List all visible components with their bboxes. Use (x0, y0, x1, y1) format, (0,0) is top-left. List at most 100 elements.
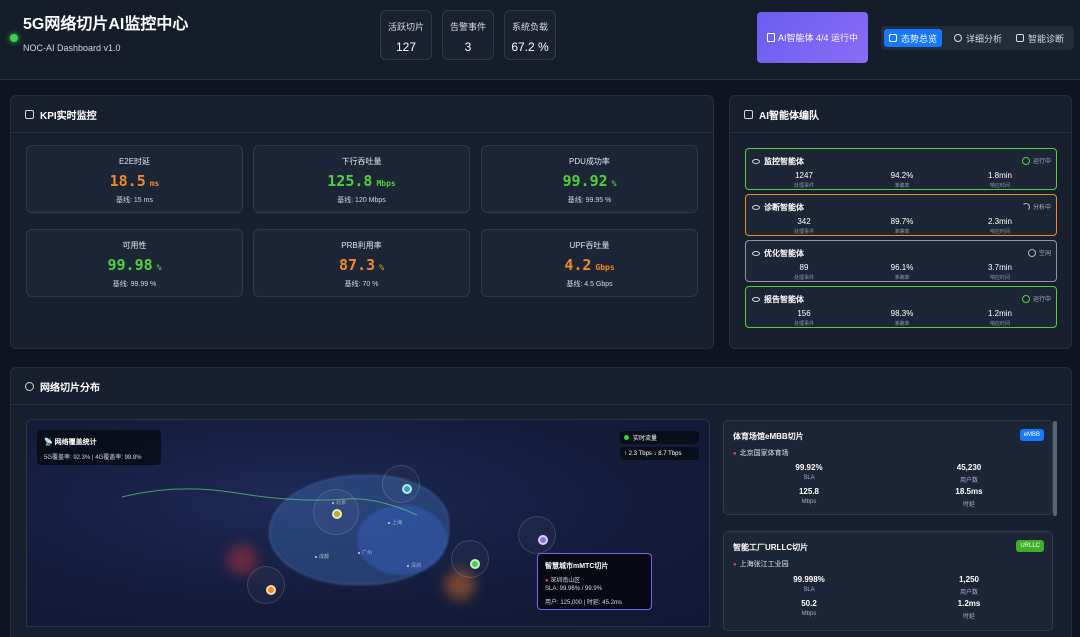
stat-active-slices: 活跃切片 127 (380, 10, 432, 60)
traffic-rates-badge: ↑ 2.3 Tbps ↓ 8.7 Tbps (620, 447, 699, 460)
tooltip-location: ● 深圳南山区 (545, 578, 581, 584)
kpi-card-dl-throughput: 下行吞吐量 125.8 Mbps 基线: 120 Mbps (253, 145, 470, 213)
slice-list-scrollbar[interactable] (1053, 421, 1057, 516)
col-label: 准确率 (894, 229, 910, 235)
metric-label: 时延 (962, 502, 975, 508)
realtime-traffic-badge: 实时流量 (620, 431, 699, 444)
status-dot-icon (10, 34, 18, 42)
kpi-baseline: 基线: 120 Mbps (337, 197, 386, 204)
kpi-label: PRB利用率 (341, 241, 382, 250)
col-label: 响应时间 (989, 183, 1010, 189)
tab-smart-diagnosis[interactable]: 智能诊断 (1011, 29, 1069, 47)
agent-accuracy: 89.7% (890, 217, 914, 226)
slice-node-north[interactable] (402, 484, 412, 494)
kpi-card-prb-utilization: PRB利用率 87.3% 基线: 70 % (253, 229, 470, 297)
city-label-beijing: 北京 (332, 499, 346, 506)
kpi-label: E2E时延 (118, 157, 151, 166)
city-label-chengdu: 成都 (315, 553, 329, 560)
col-label: 准确率 (894, 183, 910, 189)
metric-label: SLA (803, 475, 815, 481)
agent-status: 分析中 (1032, 205, 1051, 211)
stat-value: 127 (395, 40, 417, 54)
agent-card-optimize[interactable]: 优化智能体 空闲 89 处理事件 96.1% 准确率 3.7min 响应时间 (745, 240, 1057, 282)
slice-node-south[interactable] (470, 559, 480, 569)
agent-card-monitor[interactable]: 监控智能体 运行中 1247 处理事件 94.2% 准确率 1.8min 响应时间 (745, 148, 1057, 190)
metric-label: Mbps (801, 611, 817, 617)
node-ring-chengdu (247, 566, 285, 604)
slice-tooltip: 智慧城市mMTC切片 ● 深圳南山区 SLA: 99.96% / 99.9% 用… (537, 553, 652, 610)
agent-accuracy: 98.3% (890, 309, 914, 318)
traffic-rates: ↑ 2.3 Tbps ↓ 8.7 Tbps (624, 450, 682, 457)
agent-card-report[interactable]: 报告智能体 运行中 156 处理事件 98.3% 准确率 1.2min 响应时间 (745, 286, 1057, 328)
pause-circle-icon (1027, 248, 1036, 257)
slice-node-beijing[interactable] (332, 509, 342, 519)
agent-response: 3.7min (987, 263, 1012, 272)
slice-node-shenzhen[interactable] (538, 535, 548, 545)
slice-location: 上海张江工业园 (733, 559, 789, 569)
kpi-baseline: 基线: 99.99 % (112, 281, 157, 288)
stat-label: 活跃切片 (387, 22, 424, 32)
stat-value: 67.2 % (511, 40, 549, 54)
col-label: 处理事件 (793, 183, 814, 189)
kpi-panel-header: KPI实时监控 (11, 96, 713, 133)
kpi-label: 下行吞吐量 (341, 157, 382, 166)
spinner-icon (1021, 202, 1030, 211)
coverage-title: 📡 网络覆盖统计 (44, 439, 97, 446)
network-map[interactable]: 北京 上海 广州 成都 深圳 📡 网络覆盖统计 5G覆盖率: 92.3% | 4… (26, 419, 710, 627)
city-label-shanghai: 上海 (388, 519, 402, 526)
tab-overview[interactable]: 态势总览 (884, 29, 943, 47)
tab-label: 态势总览 (901, 33, 938, 44)
agent-name: 报告智能体 (764, 295, 804, 304)
pin-icon: ● (545, 578, 549, 584)
tab-detail-analysis[interactable]: 详细分析 (949, 29, 1007, 47)
slice-name: 体育场馆eMBB切片 (733, 432, 804, 441)
agent-card-diagnosis[interactable]: 诊断智能体 分析中 342 处理事件 89.7% 准确率 2.3min 响应时间 (745, 194, 1057, 236)
app-title: 5G网络切片AI监控中心 (23, 16, 189, 33)
stat-label: 系统负载 (511, 22, 548, 32)
node-ring-north (382, 465, 420, 503)
kpi-label: 可用性 (122, 241, 147, 250)
panel-title: KPI实时监控 (40, 110, 97, 122)
kpi-baseline: 基线: 70 % (344, 281, 379, 288)
slice-users: 45,230 (956, 463, 982, 472)
traffic-route-line (121, 488, 417, 516)
ai-agent-status-button[interactable]: AI智能体 4/4 运行中 (757, 12, 868, 63)
eye-icon (752, 251, 760, 256)
stat-alarm-events: 告警事件 3 (442, 10, 494, 60)
slice-card-embb[interactable]: 体育场馆eMBB切片 eMBB 北京国家体育场 99.92% SLA 45,230… (723, 420, 1053, 515)
agent-accuracy: 96.1% (890, 263, 914, 272)
kpi-card-availability: 可用性 99.98% 基线: 99.99 % (26, 229, 243, 297)
slice-node-chengdu[interactable] (266, 585, 276, 595)
kpi-panel: KPI实时监控 (10, 95, 714, 349)
metric-label: SLA (803, 587, 815, 593)
col-label: 响应时间 (989, 321, 1010, 327)
kpi-baseline: 基线: 99.95 % (567, 197, 612, 204)
tooltip-title: 智慧城市mMTC切片 (545, 563, 609, 570)
kpi-label: UPF吞吐量 (569, 241, 610, 250)
slice-type-badge: URLLC (1016, 540, 1044, 552)
kpi-value: 87.3% (339, 256, 384, 274)
metric-label: 用户数 (959, 590, 978, 596)
kpi-value: 99.98% (107, 256, 162, 274)
traffic-label: 实时流量 (633, 436, 658, 442)
stat-value: 3 (464, 40, 472, 54)
robot-icon (1016, 34, 1024, 42)
agent-status-label: AI智能体 4/4 运行中 (777, 33, 859, 43)
node-ring-south (451, 540, 489, 578)
agents-panel-header: AI智能体编队 (730, 96, 1071, 133)
eye-icon (752, 205, 760, 210)
slice-card-urllc[interactable]: 智能工厂URLLC切片 URLLC 上海张江工业园 99.998% SLA 1,2… (723, 531, 1053, 631)
city-label-shenzhen: 深圳 (407, 562, 421, 569)
eye-icon (954, 34, 962, 42)
coverage-text: 5G覆盖率: 92.3% | 4G覆盖率: 99.8% (44, 455, 142, 461)
col-label: 准确率 (894, 321, 910, 327)
agent-name: 诊断智能体 (764, 203, 804, 212)
kpi-card-pdu-success: PDU成功率 99.92% 基线: 99.95 % (481, 145, 698, 213)
kpi-card-upf-throughput: UPF吞吐量 4.2 Gbps 基线: 4.5 Gbps (481, 229, 698, 297)
slice-sla: 99.998% (793, 575, 825, 584)
distribution-panel-header: 网络切片分布 (11, 368, 1071, 405)
agent-name: 监控智能体 (764, 157, 804, 166)
tooltip-users: 用户: 125,000 | 时延: 45.2ms (545, 600, 622, 606)
tab-label: 智能诊断 (1028, 33, 1065, 44)
dashboard-icon (889, 34, 897, 42)
